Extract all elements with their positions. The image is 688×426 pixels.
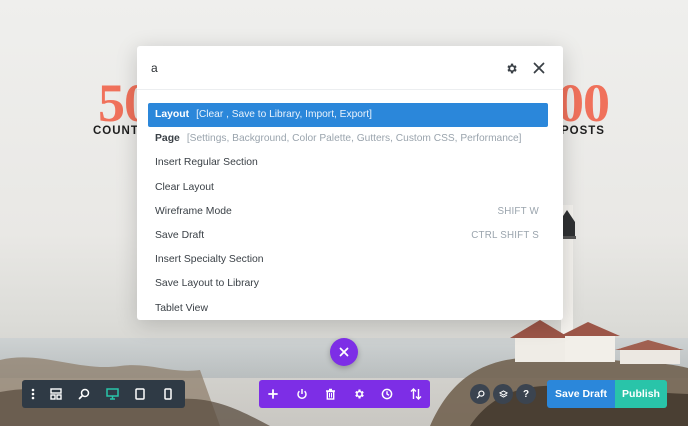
zoom-icon[interactable] bbox=[70, 380, 98, 408]
command-item[interactable]: Insert Regular Section bbox=[148, 151, 548, 175]
gear-icon[interactable] bbox=[345, 380, 374, 408]
command-item[interactable]: Save Layout to Library bbox=[148, 272, 548, 296]
trash-icon[interactable] bbox=[316, 380, 345, 408]
publish-button[interactable]: Publish bbox=[615, 380, 667, 408]
command-item[interactable]: Wireframe Mode SHIFT W bbox=[148, 200, 548, 224]
command-item-name: Wireframe Mode bbox=[155, 205, 232, 217]
power-icon[interactable] bbox=[288, 380, 317, 408]
search-icon[interactable] bbox=[470, 384, 490, 404]
command-item[interactable]: Layout [Clear , Save to Library, Import, … bbox=[148, 103, 548, 128]
command-item-name: Save Draft bbox=[155, 229, 205, 241]
page-settings-toolbar bbox=[259, 380, 430, 408]
command-palette: Layout [Clear , Save to Library, Import, … bbox=[137, 46, 563, 320]
save-draft-button[interactable]: Save Draft bbox=[547, 380, 615, 408]
command-item[interactable]: Insert Specialty Section bbox=[148, 248, 548, 272]
command-item-name: Page bbox=[155, 133, 180, 145]
layers-icon[interactable] bbox=[493, 384, 513, 404]
command-item[interactable]: Save Draft CTRL SHIFT S bbox=[148, 224, 548, 248]
command-list: Layout [Clear , Save to Library, Import, … bbox=[148, 103, 548, 320]
plus-icon[interactable] bbox=[259, 380, 288, 408]
desktop-icon[interactable] bbox=[98, 380, 126, 408]
command-search-row bbox=[137, 46, 563, 90]
command-item-hint: [Clear , Save to Library, Import, Export… bbox=[196, 109, 372, 120]
command-item[interactable]: Tablet View bbox=[148, 297, 548, 321]
close-icon[interactable] bbox=[529, 58, 549, 78]
command-item-shortcut: CTRL SHIFT S bbox=[471, 229, 539, 241]
phone-icon[interactable] bbox=[154, 380, 182, 408]
command-item-shortcut: SHIFT W bbox=[497, 205, 539, 217]
help-label: ? bbox=[522, 388, 530, 400]
command-item-name: Insert Specialty Section bbox=[155, 254, 264, 266]
more-vertical-icon[interactable] bbox=[24, 380, 42, 408]
gear-icon[interactable] bbox=[501, 58, 521, 78]
command-item-name: Tablet View bbox=[155, 302, 208, 314]
view-toolbar bbox=[22, 380, 185, 408]
stat-right-label: POSTS bbox=[561, 125, 605, 137]
command-item-name: Layout bbox=[155, 109, 190, 120]
sort-icon[interactable] bbox=[402, 380, 431, 408]
command-item[interactable]: Clear Layout bbox=[148, 176, 548, 200]
command-item-name: Insert Regular Section bbox=[155, 157, 258, 169]
layers-icon[interactable] bbox=[42, 380, 70, 408]
command-item-name: Save Layout to Library bbox=[155, 278, 259, 290]
tablet-icon[interactable] bbox=[126, 380, 154, 408]
command-item-hint: [Settings, Background, Color Palette, Gu… bbox=[186, 133, 522, 145]
command-search-input[interactable] bbox=[151, 58, 491, 78]
command-item-name: Clear Layout bbox=[155, 181, 214, 193]
close-builder-icon[interactable] bbox=[330, 338, 358, 366]
help-icon[interactable]: ? bbox=[516, 384, 536, 404]
history-icon[interactable] bbox=[373, 380, 402, 408]
command-item[interactable]: Page [Settings, Background, Color Palette… bbox=[148, 127, 548, 151]
